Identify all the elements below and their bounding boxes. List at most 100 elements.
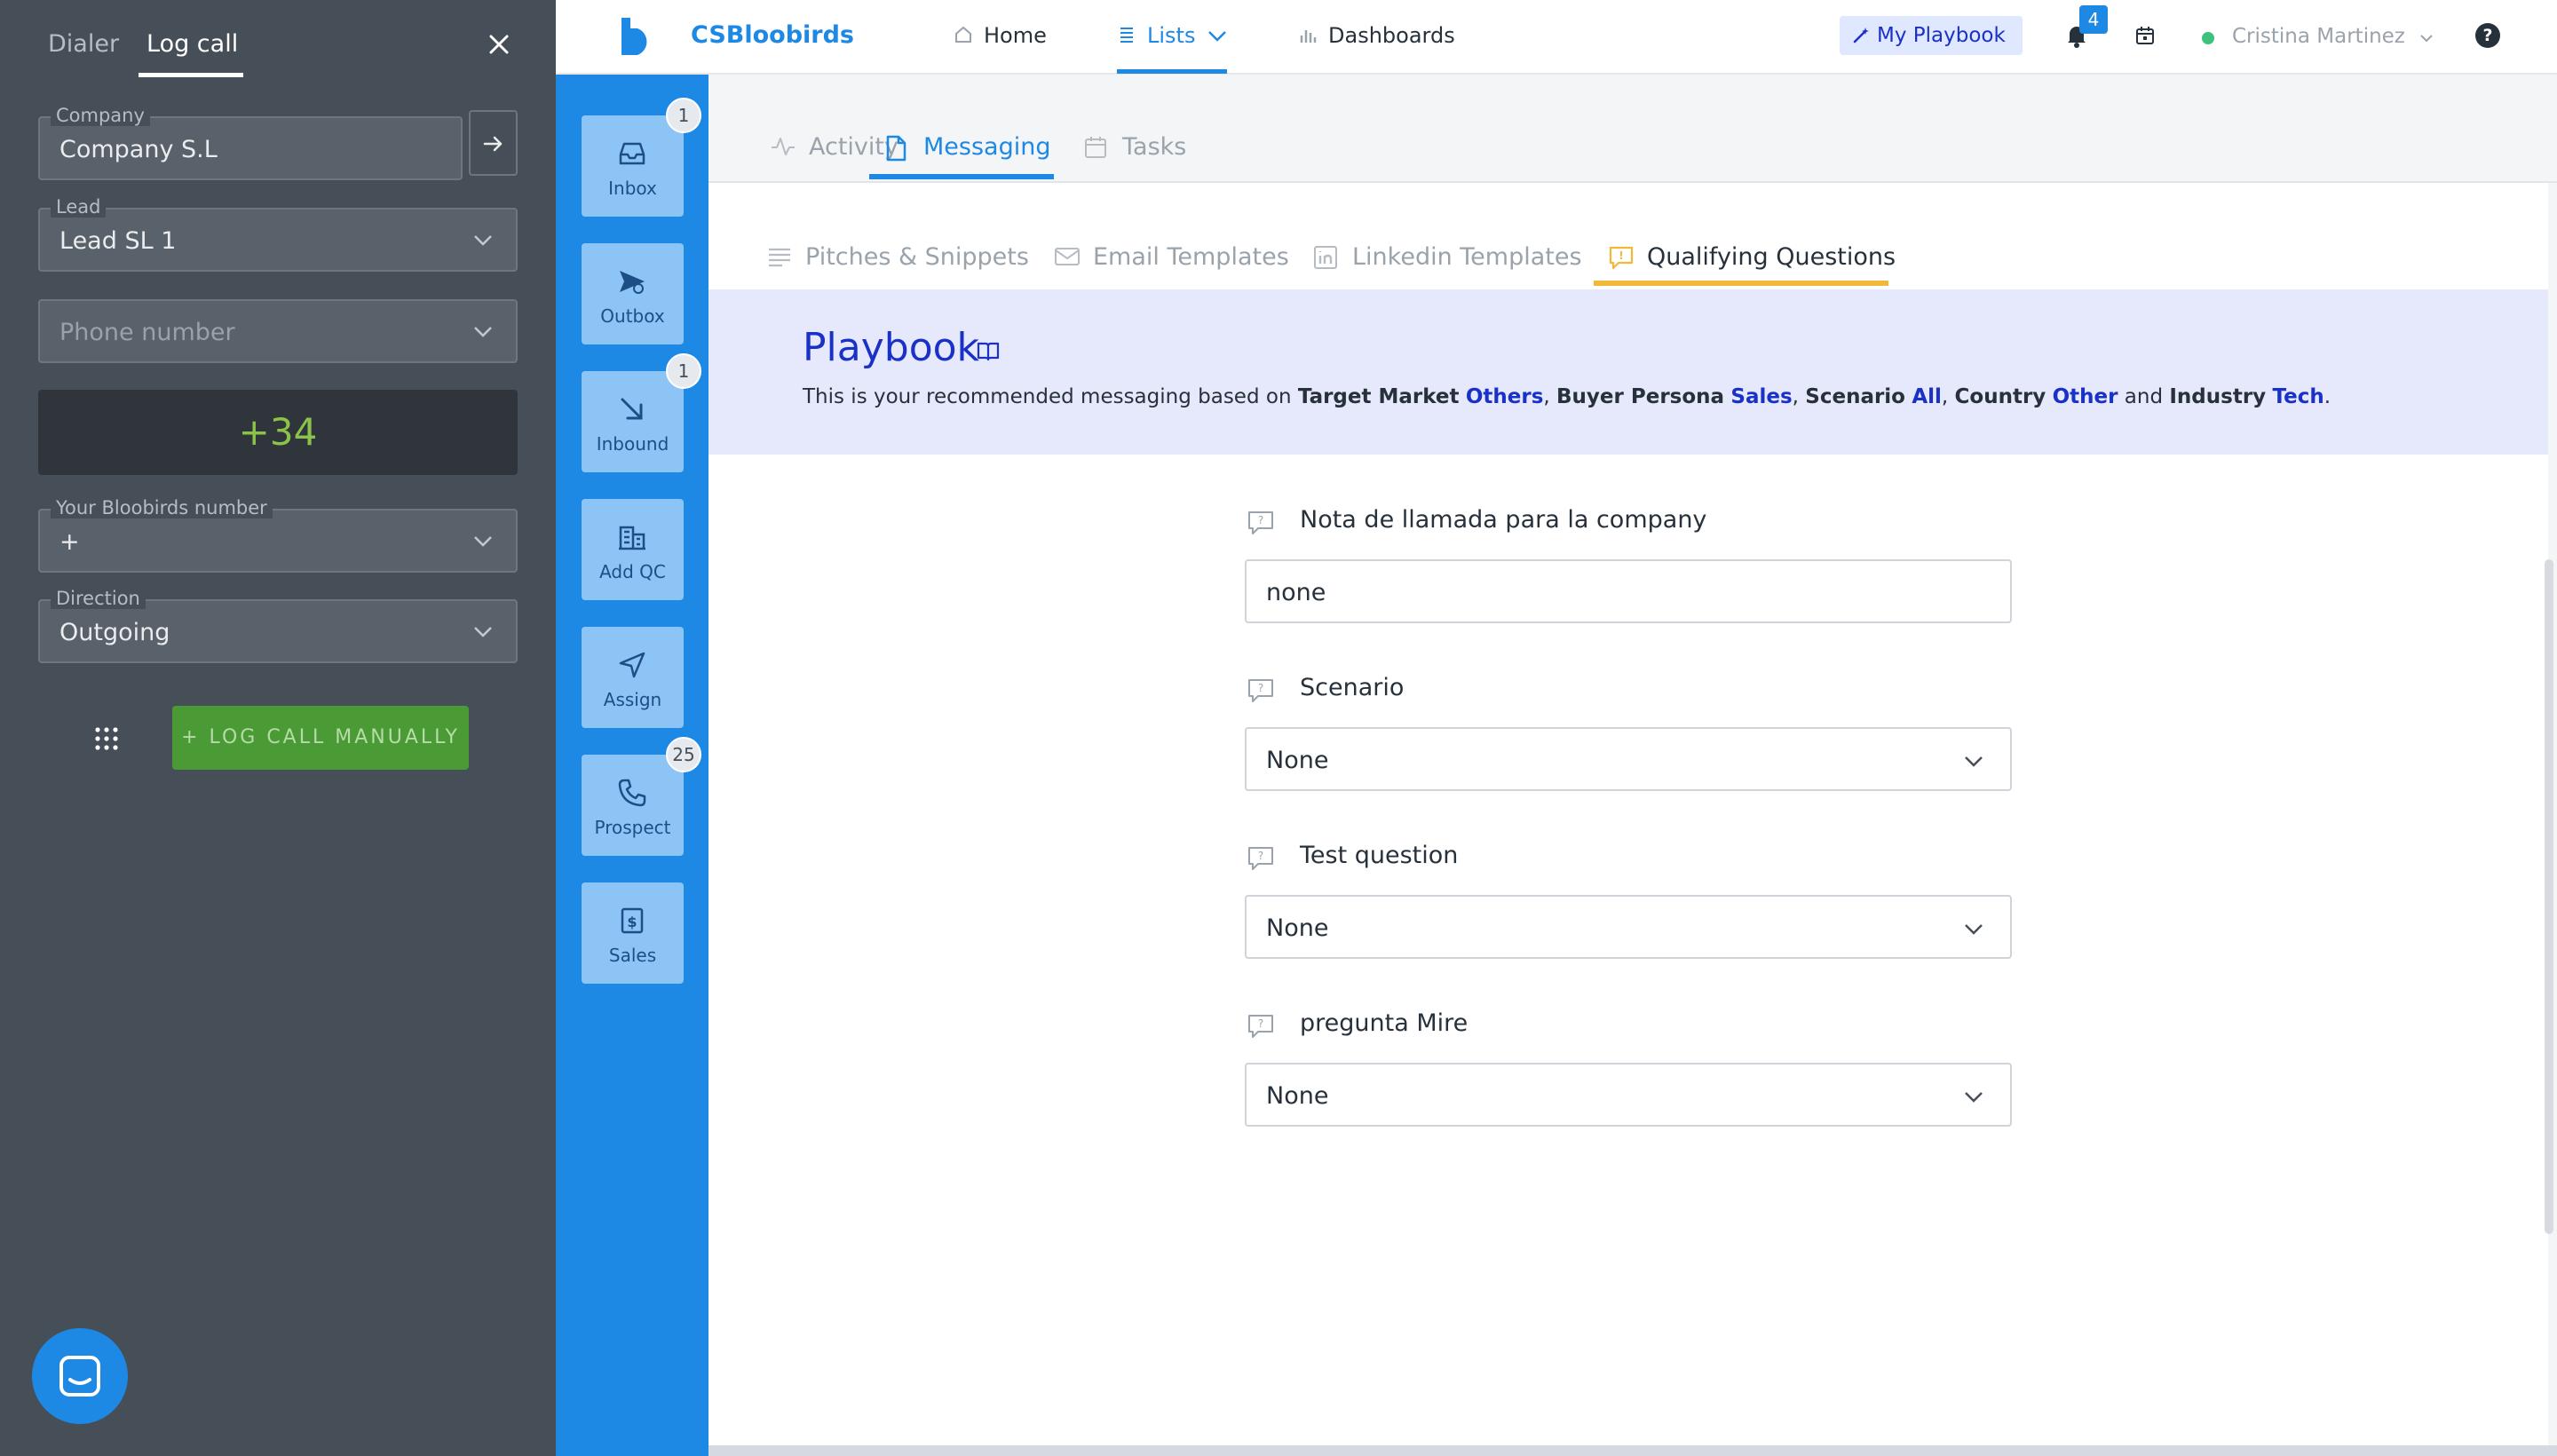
sidebar-item-label: Prospect xyxy=(594,817,671,838)
tab-tasks[interactable]: Tasks xyxy=(1085,133,1186,161)
sidebar-item-sales[interactable]: $ Sales xyxy=(582,882,684,984)
desc-sep: , xyxy=(1543,385,1557,408)
bloobirds-number-label: Your Bloobirds number xyxy=(51,497,273,518)
question-select-value: None xyxy=(1266,747,1329,774)
keypad-grid-icon[interactable] xyxy=(94,726,119,751)
chevron-down-icon xyxy=(1965,756,1983,767)
desc-industry-value[interactable]: Tech xyxy=(2272,385,2323,408)
qualifying-tab-underline xyxy=(1594,281,1888,286)
country-code-display: +34 xyxy=(38,390,518,475)
tab-messaging[interactable]: Messaging xyxy=(886,133,1051,162)
question-select[interactable]: None xyxy=(1245,1063,2012,1127)
user-name[interactable]: Cristina Martinez xyxy=(2232,25,2405,48)
nav-dashboards-label: Dashboards xyxy=(1328,23,1455,48)
sidebar-item-label: Inbound xyxy=(596,433,669,455)
notification-count-badge: 4 xyxy=(2079,5,2108,34)
tab-dialer[interactable]: Dialer xyxy=(48,30,119,58)
question-label-text: Nota de llamada para la company xyxy=(1300,506,1707,534)
brand-name[interactable]: CSBloobirds xyxy=(691,21,854,49)
question-select[interactable]: None xyxy=(1245,727,2012,791)
activity-pulse-icon xyxy=(770,135,796,158)
direction-select[interactable]: Direction Outgoing xyxy=(38,588,518,663)
chevron-down-icon[interactable] xyxy=(2419,34,2434,43)
home-icon xyxy=(954,25,973,44)
question-label: ? Scenario xyxy=(1248,674,1405,702)
question-text-input[interactable]: none xyxy=(1245,559,2012,623)
question-select[interactable]: None xyxy=(1245,895,2012,959)
tab-messaging-label: Messaging xyxy=(923,133,1051,161)
question-label-text: Test question xyxy=(1300,842,1459,869)
company-field[interactable]: Company Company S.L xyxy=(38,105,463,180)
subtab-email-label: Email Templates xyxy=(1093,243,1289,271)
svg-text:?: ? xyxy=(1258,682,1263,694)
desc-country-key: Country xyxy=(1954,385,2046,408)
bloobirds-logo-icon[interactable] xyxy=(618,16,653,57)
desc-sep: , xyxy=(1792,385,1806,408)
chat-launcher-button[interactable] xyxy=(32,1328,128,1424)
inbox-icon xyxy=(619,142,645,165)
nav-home[interactable]: Home xyxy=(955,23,1047,48)
subtab-pitches-snippets[interactable]: Pitches & Snippets xyxy=(769,243,1029,271)
tab-log-call[interactable]: Log call xyxy=(146,30,238,58)
desc-target-market-key: Target Market xyxy=(1297,385,1460,408)
subtab-pitches-label: Pitches & Snippets xyxy=(805,243,1029,271)
inbox-count-badge: 1 xyxy=(666,98,701,133)
subtab-qualifying-questions[interactable]: ! Qualifying Questions xyxy=(1609,243,1896,271)
desc-target-market-value[interactable]: Others xyxy=(1466,385,1544,408)
inbound-count-badge: 1 xyxy=(666,353,701,389)
chat-icon xyxy=(59,1356,100,1397)
bloobirds-number-select[interactable]: Your Bloobirds number + xyxy=(38,497,518,573)
question-select-value: None xyxy=(1266,1082,1329,1110)
sidebar-item-assign[interactable]: Assign xyxy=(582,627,684,728)
sidebar-item-outbox[interactable]: Outbox xyxy=(582,243,684,344)
calendar-icon xyxy=(1083,135,1108,160)
my-playbook-button[interactable]: My Playbook xyxy=(1840,16,2023,55)
phone-number-placeholder: Phone number xyxy=(59,319,235,346)
desc-country-value[interactable]: Other xyxy=(2053,385,2118,408)
help-icon[interactable]: ? xyxy=(2475,23,2500,48)
playbook-title: Playbook xyxy=(803,325,980,370)
svg-text:?: ? xyxy=(1258,1017,1263,1030)
desc-buyer-persona-key: Buyer Persona xyxy=(1556,385,1725,408)
question-chat-icon: ? xyxy=(1247,845,1275,872)
sidebar-item-label: Assign xyxy=(603,689,662,710)
desc-intro: This is your recommended messaging based… xyxy=(803,385,1298,408)
desc-buyer-persona-value[interactable]: Sales xyxy=(1730,385,1792,408)
company-go-button[interactable] xyxy=(469,110,518,176)
inbound-arrow-icon xyxy=(621,398,643,420)
log-call-manually-button[interactable]: + LOG CALL MANUALLY xyxy=(172,706,469,770)
subtab-email-templates[interactable]: Email Templates xyxy=(1055,243,1289,271)
desc-and: and xyxy=(2118,385,2170,408)
svg-text:?: ? xyxy=(1258,514,1263,526)
content-scrollbar[interactable] xyxy=(2545,559,2553,1234)
calendar-icon[interactable] xyxy=(2134,25,2156,46)
subtab-linkedin-templates[interactable]: Linkedin Templates xyxy=(1314,243,1582,271)
sidebar-item-add-qc[interactable]: Add QC xyxy=(582,499,684,600)
question-chat-icon: ! xyxy=(1608,245,1635,270)
direction-value: Outgoing xyxy=(59,619,170,646)
desc-industry-key: Industry xyxy=(2169,385,2267,408)
nav-lists-active-underline xyxy=(1117,69,1227,74)
desc-end: . xyxy=(2323,385,2331,408)
magic-wand-icon xyxy=(1853,28,1869,44)
close-icon[interactable] xyxy=(483,28,515,60)
nav-lists[interactable]: Lists xyxy=(1120,23,1227,48)
sidebar-item-label: Sales xyxy=(608,945,657,966)
svg-text:$: $ xyxy=(627,914,637,930)
nav-dashboards[interactable]: Dashboards xyxy=(1300,23,1455,48)
lead-select[interactable]: Lead Lead SL 1 xyxy=(38,196,518,272)
outbox-icon xyxy=(620,271,645,294)
dialer-panel: Dialer Log call Company Company S.L Lead… xyxy=(0,0,556,1456)
sidebar-item-inbox[interactable]: Inbox xyxy=(582,115,684,217)
bloobirds-number-value: + xyxy=(59,528,80,556)
phone-number-select[interactable]: Phone number xyxy=(38,299,518,363)
book-icon xyxy=(977,341,1000,362)
prospect-count-badge: 25 xyxy=(666,737,701,772)
company-label: Company xyxy=(51,105,150,126)
question-label-text: pregunta Mire xyxy=(1300,1009,1468,1037)
question-label-text: Scenario xyxy=(1300,674,1405,701)
sidebar-item-inbound[interactable]: Inbound xyxy=(582,371,684,472)
desc-scenario-value[interactable]: All xyxy=(1912,385,1942,408)
sidebar-item-prospect[interactable]: Prospect xyxy=(582,755,684,856)
bar-chart-icon xyxy=(1298,25,1318,44)
